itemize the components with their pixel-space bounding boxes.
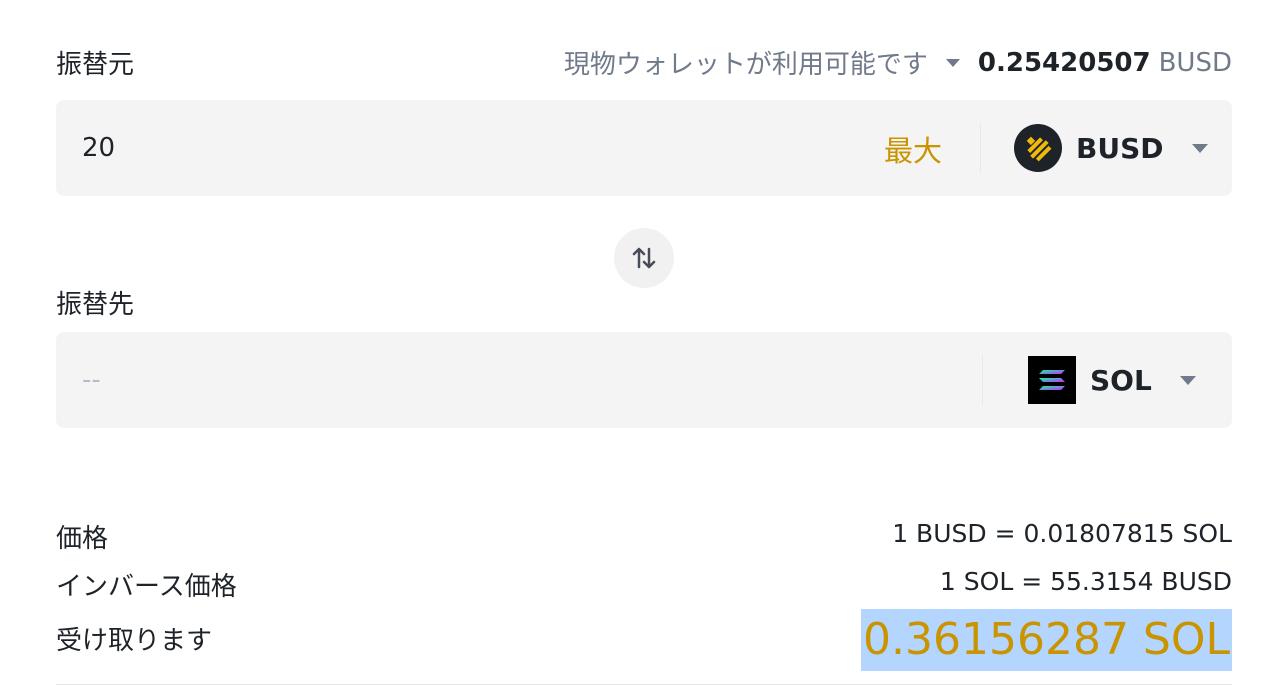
- to-amount-input[interactable]: [82, 362, 682, 398]
- caret-down-icon[interactable]: [945, 58, 960, 67]
- inverse-price-value: 1 SOL = 55.3154 BUSD: [939, 567, 1232, 596]
- divider: [980, 123, 981, 173]
- from-amount-input[interactable]: [82, 130, 682, 166]
- divider: [982, 355, 983, 405]
- to-coin-name: SOL: [1090, 363, 1152, 397]
- receive-amount: 0.36156287 SOL: [861, 609, 1232, 671]
- receive-label: 受け取ります: [56, 626, 213, 656]
- to-coin-selector[interactable]: SOL: [1028, 356, 1196, 404]
- caret-down-icon: [1191, 143, 1208, 153]
- available-balance: 現物ウォレットが利用可能です 0.25420507 BUSD: [564, 44, 1232, 81]
- price-label: 価格: [56, 524, 109, 554]
- busd-logo-icon: [1014, 124, 1062, 172]
- to-amount-box: SOL: [56, 332, 1232, 428]
- from-coin-selector[interactable]: BUSD: [1014, 124, 1208, 172]
- balance-unit: BUSD: [1158, 47, 1232, 78]
- swap-button[interactable]: [614, 228, 674, 288]
- sol-logo-icon: [1028, 356, 1076, 404]
- wallet-selector[interactable]: 現物ウォレットが利用可能です: [564, 44, 928, 81]
- swap-arrows-icon: [632, 247, 656, 269]
- to-label: 振替先: [56, 290, 135, 320]
- price-value: 1 BUSD = 0.01807815 SOL: [892, 519, 1232, 548]
- from-coin-name: BUSD: [1076, 131, 1164, 165]
- inverse-price-label: インバース価格: [56, 572, 237, 602]
- divider: [56, 684, 1232, 685]
- max-button[interactable]: 最大: [884, 128, 942, 170]
- balance-value: 0.25420507: [977, 47, 1151, 78]
- from-amount-box: 最大 BUSD: [56, 100, 1232, 196]
- from-label: 振替元: [56, 50, 135, 80]
- caret-down-icon: [1179, 375, 1196, 385]
